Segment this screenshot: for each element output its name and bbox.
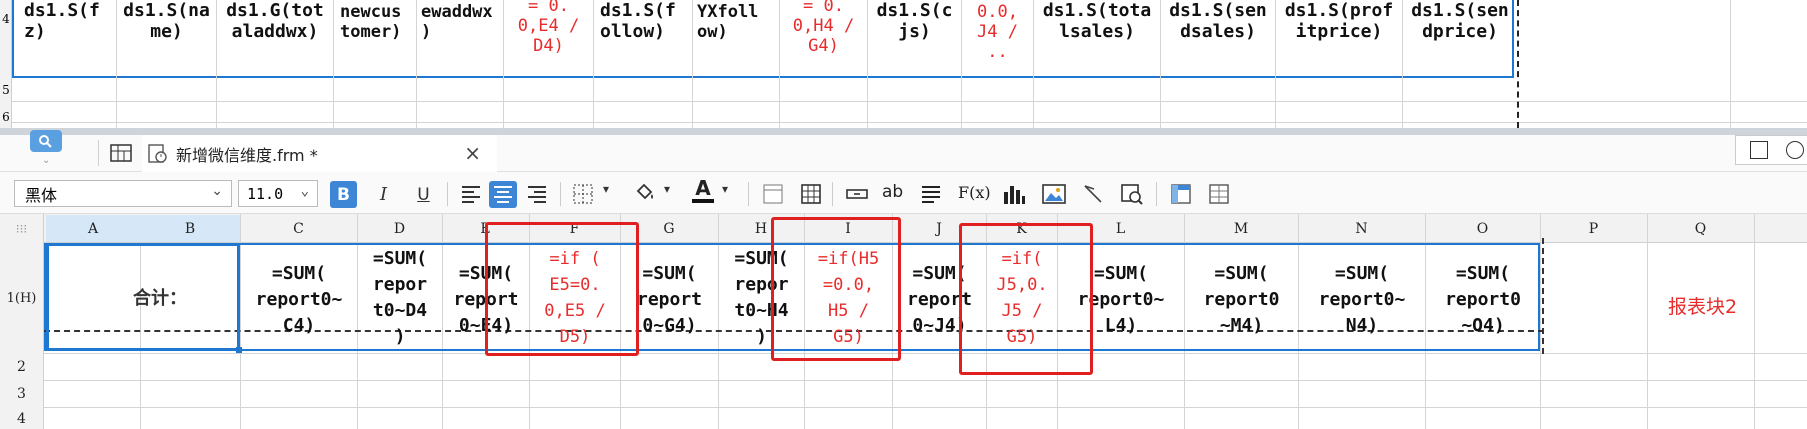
align-right-icon[interactable] (526, 183, 548, 205)
column-header-a[interactable]: A (46, 215, 140, 242)
tabbar: ⌄ 新增微信维度.frm * × (0, 130, 1807, 172)
circle-shape-icon[interactable] (1786, 141, 1804, 159)
slash-line-icon[interactable] (1082, 183, 1104, 205)
chevron-down-icon[interactable]: ▾ (664, 182, 670, 196)
font-color-label: A (695, 176, 711, 200)
chevron-down-icon[interactable]: ⌄ (42, 155, 50, 166)
image-icon[interactable] (1042, 183, 1066, 205)
top-cell-sendprice[interactable]: ds1.S(sen dprice) (1403, 0, 1517, 76)
top-row-label-6: 6 (2, 110, 10, 124)
cell-style-icon[interactable] (762, 183, 784, 205)
column-header-c[interactable]: C (240, 215, 357, 242)
tab-label: 新增微信维度.frm * (176, 145, 318, 165)
report-block-label: 报表块2 (1668, 296, 1738, 318)
font-color-swatch (692, 199, 714, 203)
top-cell-formula-h4[interactable]: = 0. 0,H4 / G4) (780, 0, 867, 76)
cell-o1[interactable]: =SUM( report0 ~O4) (1426, 258, 1540, 342)
highlight-box-f (485, 222, 639, 356)
bar-chart-icon[interactable] (1002, 182, 1026, 206)
selection-handle[interactable] (236, 347, 242, 353)
cell-n1[interactable]: =SUM( report0~ N4) (1299, 258, 1425, 342)
report-file-icon (146, 143, 170, 165)
chevron-down-icon[interactable]: ▾ (722, 182, 728, 196)
top-row-label-4: 4 (2, 12, 10, 26)
total-label: 合计： (133, 288, 187, 309)
table-icon[interactable] (800, 183, 822, 205)
column-header-n[interactable]: N (1298, 215, 1425, 242)
top-cell-formula-j4[interactable]: J4 = 0.0, J4 / .. (962, 0, 1033, 76)
row-header-4[interactable]: 4 (0, 407, 44, 429)
font-name-value: 黑体 (25, 185, 58, 205)
formula-fx-icon[interactable]: F(x) (958, 183, 991, 202)
align-left-icon[interactable] (460, 183, 482, 205)
cell-c1[interactable]: =SUM( report0~ C4) (241, 258, 357, 342)
top-cell-name[interactable]: ds1.S(na me) (117, 0, 216, 76)
font-size-select[interactable]: 11.0 ⌄ (238, 180, 318, 207)
row-header-3[interactable]: 3 (0, 380, 44, 407)
underline-label: U (417, 184, 430, 205)
top-cell-cjs[interactable]: ds1.S(c js) (868, 0, 961, 76)
top-dashed-divider (1517, 0, 1519, 128)
selected-cell-total[interactable]: 合计： (46, 243, 240, 351)
top-cell-formula-e4[interactable]: = 0. 0,E4 / D4) (504, 0, 593, 76)
format-toolbar: 黑体 ⌄ 11.0 ⌄ B I U ▾ ▾ A ▾ ab F(x) (0, 172, 1807, 214)
row-header-2[interactable]: 2 (0, 353, 44, 380)
highlight-box-i (771, 217, 901, 361)
cell-m1[interactable]: =SUM( report0 ~M4) (1185, 258, 1298, 342)
italic-label: I (379, 184, 388, 205)
top-cell-newaddwx[interactable]: ds1.S(n ewaddwx ) (417, 0, 503, 58)
align-center-icon[interactable] (489, 181, 517, 208)
underline-button[interactable]: U (410, 181, 437, 208)
column-layout-icon[interactable] (1208, 183, 1230, 205)
pane-divider[interactable] (0, 128, 1807, 135)
top-row-label-5: 5 (2, 83, 10, 97)
top-cell-fz[interactable]: ds1.S(f z) (14, 0, 116, 76)
chevron-down-icon[interactable]: ⌄ (211, 183, 223, 199)
column-header-d[interactable]: D (357, 215, 442, 242)
top-cell-totaladdwx[interactable]: ds1.G(tot aladdwx) (217, 0, 333, 76)
top-cell-newcustomer[interactable]: ds1.S( newcus tomer) (334, 0, 416, 58)
window-controls (1735, 135, 1807, 165)
top-cell-yxfollow[interactable]: ds1.S( YXfoll ow) (693, 0, 779, 58)
grid-layout-icon[interactable] (110, 143, 132, 163)
restore-window-icon[interactable] (1750, 141, 1768, 159)
preview-icon[interactable] (1120, 183, 1144, 205)
column-header-m[interactable]: M (1184, 215, 1298, 242)
freeze-pane-icon[interactable] (1170, 183, 1192, 205)
column-header-q[interactable]: Q (1647, 215, 1754, 242)
cell-d1[interactable]: =SUM( repor t0~D4 ) (358, 245, 442, 351)
font-name-select[interactable]: 黑体 ⌄ (14, 180, 232, 207)
column-header-o[interactable]: O (1425, 215, 1540, 242)
font-color-button[interactable]: A (690, 177, 716, 209)
italic-button[interactable]: I (370, 181, 397, 208)
select-all-corner[interactable]: ⁝⁝⁝ (0, 214, 44, 243)
chevron-down-icon[interactable]: ⌄ (301, 183, 309, 199)
column-header-p[interactable]: P (1540, 215, 1647, 242)
merge-cell-icon[interactable] (845, 185, 869, 203)
top-sheet: 4 5 6 ds1.S(f z) ds1.S(na me) ds1.G(tot … (0, 0, 1807, 128)
dash-dot-divider-vertical (1542, 238, 1544, 354)
top-cell-profitprice[interactable]: ds1.S(prof itprice) (1276, 0, 1402, 76)
top-cell-sendsales[interactable]: ds1.S(sen dsales) (1161, 0, 1275, 76)
top-cell-follow[interactable]: ds1.S(f ollow) (594, 0, 692, 76)
bold-label: B (337, 184, 350, 205)
search-panel-icon[interactable] (30, 130, 62, 152)
bold-button[interactable]: B (330, 181, 357, 208)
font-size-value: 11.0 (247, 184, 284, 203)
text-wrap-icon[interactable] (920, 183, 942, 205)
fill-color-icon[interactable] (632, 181, 658, 205)
column-header-b[interactable]: B (140, 215, 240, 242)
border-icon[interactable] (572, 183, 596, 205)
top-cell-totalsales[interactable]: ds1.S(tota lsales) (1034, 0, 1160, 76)
tab-file-report[interactable]: 新增微信维度.frm * × (142, 135, 497, 172)
highlight-box-k (959, 223, 1093, 375)
row-header-1[interactable]: 1(H) (0, 243, 44, 353)
chevron-down-icon[interactable]: ▾ (603, 182, 609, 196)
text-ab-icon[interactable]: ab (882, 182, 903, 202)
close-icon[interactable]: × (464, 141, 481, 165)
